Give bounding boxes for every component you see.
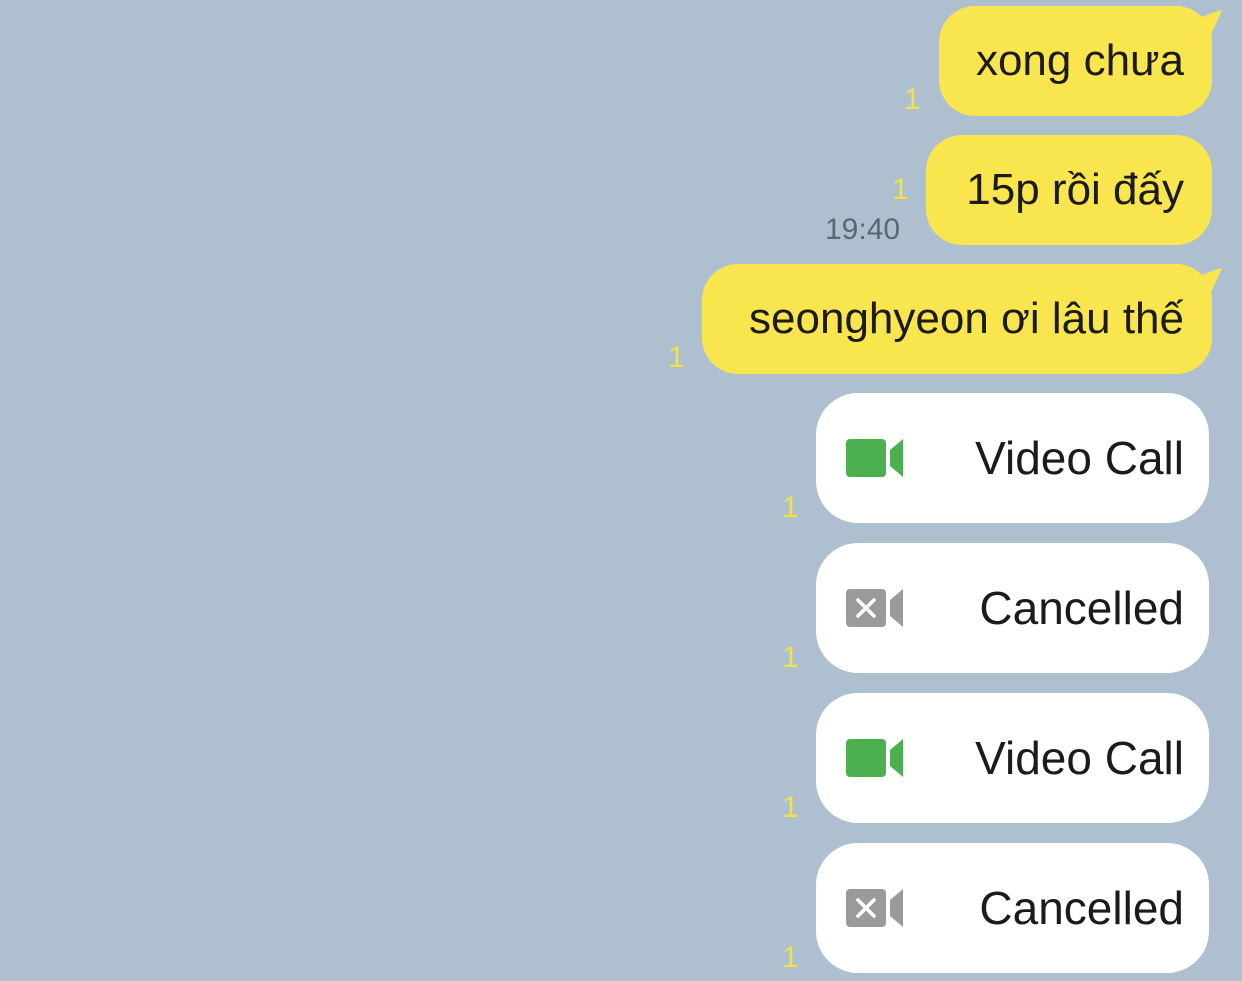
video-camera-icon (846, 739, 903, 777)
message-text: xong chưa (975, 36, 1184, 85)
video-cancelled-icon (846, 589, 903, 627)
message-text: 15p rồi đấy (966, 165, 1184, 214)
unread-count: 1 (892, 173, 909, 206)
video-camera-icon (846, 439, 903, 477)
unread-count: 1 (782, 641, 799, 674)
message-timestamp: 19:40 (825, 213, 901, 246)
bubble-tail (1188, 10, 1222, 40)
unread-count: 1 (782, 941, 799, 974)
message-text: seonghyeon ơi lâu thế (749, 294, 1184, 343)
message-bubble[interactable]: seonghyeon ơi lâu thế (702, 264, 1222, 374)
call-label: Video Call (975, 432, 1184, 484)
call-label: Video Call (975, 732, 1184, 784)
cancelled-call-item[interactable]: Cancelled (816, 543, 1209, 673)
video-call-item[interactable]: Video Call (816, 393, 1209, 523)
call-label: Cancelled (979, 882, 1184, 934)
bubble-tail (1188, 268, 1222, 298)
unread-count: 1 (668, 341, 685, 374)
message-bubble[interactable]: 15p rồi đấy (926, 135, 1212, 245)
unread-count: 1 (904, 83, 921, 116)
video-cancelled-icon (846, 889, 903, 927)
cancelled-call-item[interactable]: Cancelled (816, 843, 1209, 973)
video-call-item[interactable]: Video Call (816, 693, 1209, 823)
unread-count: 1 (782, 791, 799, 824)
message-bubble[interactable]: xong chưa (939, 6, 1222, 116)
unread-count: 1 (782, 491, 799, 524)
call-label: Cancelled (979, 582, 1184, 634)
